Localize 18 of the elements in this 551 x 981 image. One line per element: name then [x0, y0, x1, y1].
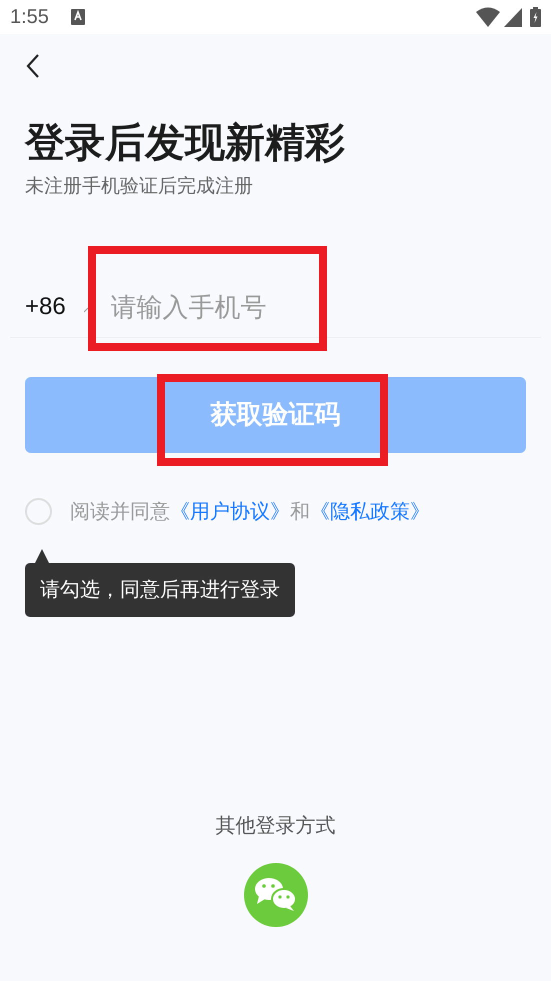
- subtitle: 未注册手机验证后完成注册: [25, 175, 254, 199]
- keyboard-icon: [70, 9, 85, 25]
- tooltip: 请勾选，同意后再进行登录: [25, 562, 295, 616]
- tooltip-arrow: [35, 548, 49, 562]
- signal-icon: [504, 8, 522, 26]
- agreement-link[interactable]: 《用户协议》: [170, 500, 290, 522]
- other-login-label: 其他登录方式: [214, 814, 336, 838]
- back-icon[interactable]: [26, 54, 40, 78]
- agreement-link[interactable]: 《隐私政策》: [310, 500, 430, 522]
- country-code[interactable]: +86: [25, 289, 66, 325]
- phone-input[interactable]: 请输入手机号: [110, 288, 311, 326]
- agreement-checkbox[interactable]: [25, 498, 52, 525]
- wifi-icon: [476, 7, 500, 27]
- caret-icon[interactable]: [84, 307, 89, 313]
- agreement-text: 阅读并同意《用户协议》和《隐私政策》: [70, 500, 430, 524]
- page-title: 登录后发现新精彩: [25, 120, 346, 167]
- battery-icon: [530, 7, 541, 27]
- status-time: 1:55: [10, 5, 49, 30]
